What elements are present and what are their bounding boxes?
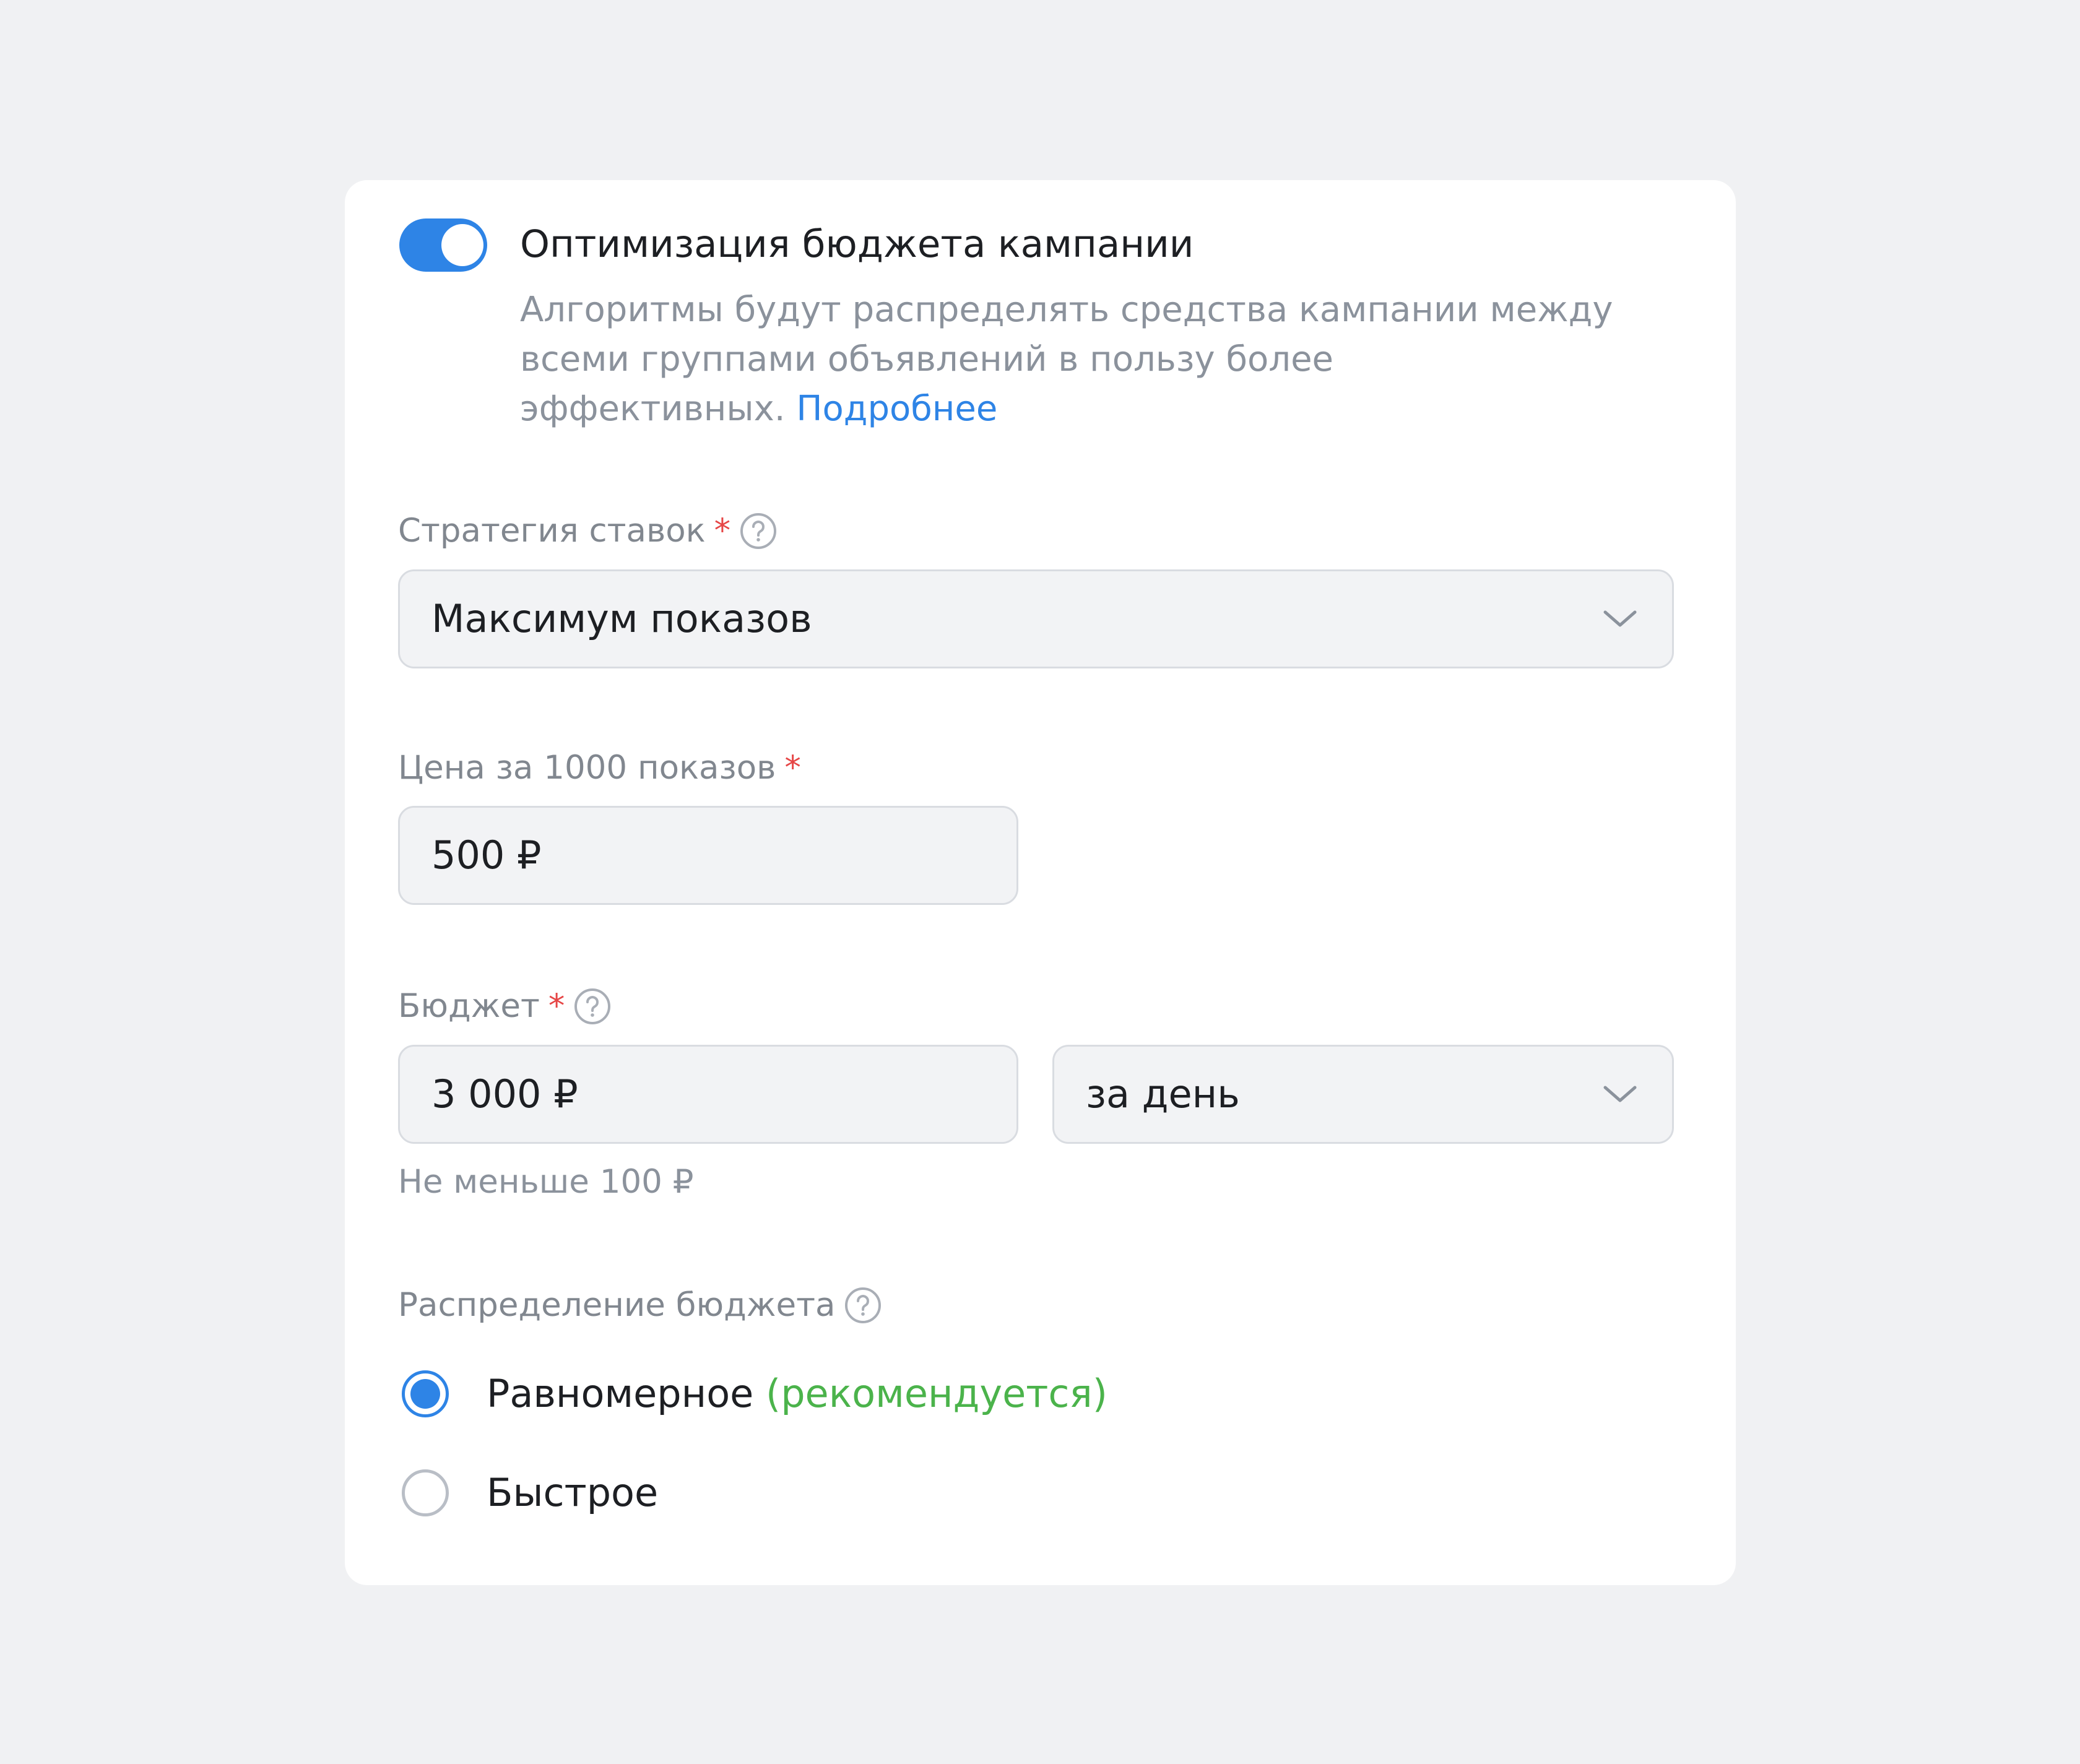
budget-label: Бюджет * xyxy=(398,985,612,1028)
description-text: эффективных. xyxy=(520,389,786,429)
description-line: Алгоритмы будут распределять средства ка… xyxy=(520,290,1613,330)
radio-even-label[interactable]: Равномерное (рекомендуется) xyxy=(487,1369,1107,1419)
distribution-label: Распределение бюджета xyxy=(398,1284,882,1327)
optimization-description: Алгоритмы будут распределять средства ка… xyxy=(520,285,1696,434)
chevron-down-icon xyxy=(1603,1084,1637,1104)
cpm-label: Цена за 1000 показов * xyxy=(398,746,801,790)
budget-period-value: за день xyxy=(1086,1071,1240,1117)
description-line-last: эффективных. Подробнее xyxy=(520,384,1696,434)
required-asterisk: * xyxy=(548,987,565,1025)
optimization-title[interactable]: Оптимизация бюджета кампании xyxy=(520,220,1194,269)
bid-strategy-value: Максимум показов xyxy=(431,596,812,641)
budget-period-select[interactable]: за день xyxy=(1052,1045,1674,1144)
radio-even-text: Равномерное xyxy=(487,1371,754,1416)
cpm-input[interactable]: 500 ₽ xyxy=(398,806,1018,905)
bid-strategy-label-text: Стратегия ставок xyxy=(398,512,706,550)
budget-settings-card: Оптимизация бюджета кампании Алгоритмы б… xyxy=(345,180,1736,1585)
toggle-knob xyxy=(441,224,483,266)
cpm-label-text: Цена за 1000 показов xyxy=(398,749,776,787)
more-link[interactable]: Подробнее xyxy=(796,389,997,429)
radio-fast-text: Быстрое xyxy=(487,1470,659,1515)
budget-amount-input[interactable]: 3 000 ₽ xyxy=(398,1045,1018,1144)
bid-strategy-label: Стратегия ставок * xyxy=(398,509,778,553)
radio-even[interactable] xyxy=(402,1370,449,1417)
required-asterisk: * xyxy=(714,512,731,550)
budget-amount-value: 3 000 ₽ xyxy=(431,1071,578,1117)
radio-dot xyxy=(410,1379,440,1409)
cpm-value: 500 ₽ xyxy=(431,832,542,878)
distribution-label-text: Распределение бюджета xyxy=(398,1286,836,1324)
description-line: всеми группами объявлений в пользу более xyxy=(520,339,1333,379)
chevron-down-icon xyxy=(1603,609,1637,629)
budget-label-text: Бюджет xyxy=(398,987,540,1025)
question-circle-icon[interactable] xyxy=(844,1286,882,1325)
optimization-toggle[interactable] xyxy=(399,218,487,272)
radio-fast[interactable] xyxy=(402,1469,449,1516)
radio-fast-label[interactable]: Быстрое xyxy=(487,1468,658,1518)
required-asterisk: * xyxy=(784,749,801,787)
question-circle-icon[interactable] xyxy=(739,512,778,550)
recommended-note: (рекомендуется) xyxy=(766,1371,1107,1416)
bid-strategy-select[interactable]: Максимум показов xyxy=(398,569,1674,668)
budget-hint: Не меньше 100 ₽ xyxy=(398,1163,694,1201)
question-circle-icon[interactable] xyxy=(573,987,612,1026)
